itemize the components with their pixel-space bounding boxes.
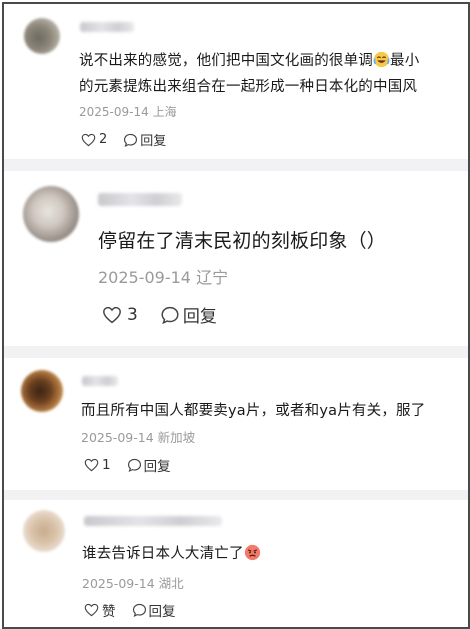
reply-label: 回复 xyxy=(148,604,176,620)
speech-bubble-icon xyxy=(127,458,141,472)
comment-meta: 2025-09-14 上海 xyxy=(79,103,177,120)
like-button[interactable]: 2 xyxy=(81,132,107,147)
comment-location: 上海 xyxy=(152,105,177,119)
comment-actions: 赞 回复 xyxy=(84,600,176,620)
heart-icon xyxy=(84,458,99,472)
username-blurred[interactable] xyxy=(80,22,134,32)
comment-date: 2025-09-14 xyxy=(79,105,149,119)
like-count: 3 xyxy=(127,304,138,325)
comment-item: 谁去告诉日本人大清亡了 2025-09-14 湖北 赞 回复 xyxy=(4,500,468,627)
comment-meta: 2025-09-14 湖北 xyxy=(82,573,184,592)
heart-icon xyxy=(81,133,96,146)
comment-location: 新加坡 xyxy=(157,430,196,445)
comment-text: 而且所有中国人都要卖ya片，或者和ya片有关，服了 xyxy=(81,403,426,419)
comment-date: 2025-09-14 xyxy=(81,430,154,445)
comment-actions: 1 回复 xyxy=(84,455,171,475)
comment-item: 而且所有中国人都要卖ya片，或者和ya片有关，服了 2025-09-14 新加坡… xyxy=(4,358,468,490)
comment-text: 说不出来的感觉，他们把中国文化画的很单调 最小 的元素提炼出来组合在一起形成一种日… xyxy=(79,49,419,102)
comment-actions: 3 回复 xyxy=(102,302,217,327)
like-button[interactable]: 赞 xyxy=(84,600,116,620)
comment-actions: 2 回复 xyxy=(81,130,166,149)
speech-bubble-icon xyxy=(124,133,138,147)
comment-date: 2025-09-14 xyxy=(98,268,191,287)
username-blurred[interactable] xyxy=(82,376,118,386)
reply-button[interactable]: 回复 xyxy=(132,600,176,620)
comment-text: 停留在了清末民初的刻板印象（） xyxy=(98,230,387,252)
comment-text-line1: 说不出来的感觉，他们把中国文化画的很单调 xyxy=(79,53,373,69)
comment-date: 2025-09-14 xyxy=(82,576,155,591)
user-avatar[interactable] xyxy=(24,18,60,54)
comment-item: 说不出来的感觉，他们把中国文化画的很单调 最小 的元素提炼出来组合在一起形成一种日… xyxy=(4,4,468,159)
comment-text: 谁去告诉日本人大清亡了 xyxy=(82,542,261,565)
reply-button[interactable]: 回复 xyxy=(160,302,217,327)
comment-location: 湖北 xyxy=(158,576,184,591)
user-avatar[interactable] xyxy=(23,186,79,242)
comments-screenshot-frame: 说不出来的感觉，他们把中国文化画的很单调 最小 的元素提炼出来组合在一起形成一种日… xyxy=(2,2,470,629)
reply-label: 回复 xyxy=(143,459,171,475)
username-blurred[interactable] xyxy=(84,516,222,526)
comment-separator xyxy=(4,490,468,500)
speech-bubble-icon xyxy=(132,603,146,617)
like-count: 2 xyxy=(99,132,108,147)
comment-separator xyxy=(4,346,468,358)
comment-text-line2: 的元素提炼出来组合在一起形成一种日本化的中国风 xyxy=(79,78,418,95)
reply-label: 回复 xyxy=(182,307,217,327)
comment-location: 辽宁 xyxy=(196,268,229,287)
user-avatar[interactable] xyxy=(23,510,65,552)
comment-text-line1: 谁去告诉日本人大清亡了 xyxy=(82,546,244,562)
comment-meta: 2025-09-14 新加坡 xyxy=(81,427,195,446)
like-label: 赞 xyxy=(102,604,116,620)
comment-item: 停留在了清末民初的刻板印象（） 2025-09-14 辽宁 3 回复 xyxy=(4,171,468,346)
comment-separator xyxy=(4,159,468,171)
heart-icon xyxy=(84,603,99,617)
comment-text-line1-tail: 最小 xyxy=(390,53,420,69)
comment-meta: 2025-09-14 辽宁 xyxy=(98,264,228,288)
reply-label: 回复 xyxy=(140,134,167,149)
user-avatar[interactable] xyxy=(21,370,63,412)
reply-button[interactable]: 回复 xyxy=(127,455,171,475)
heart-icon xyxy=(103,306,121,323)
username-blurred[interactable] xyxy=(98,193,182,206)
like-button[interactable]: 1 xyxy=(84,457,111,473)
angry-face-emoji-icon xyxy=(244,544,261,565)
like-button[interactable]: 3 xyxy=(102,305,138,325)
like-count: 1 xyxy=(102,457,111,473)
reply-button[interactable]: 回复 xyxy=(123,130,166,149)
speech-bubble-icon xyxy=(161,306,179,324)
crying-laughing-emoji-icon xyxy=(373,51,390,72)
